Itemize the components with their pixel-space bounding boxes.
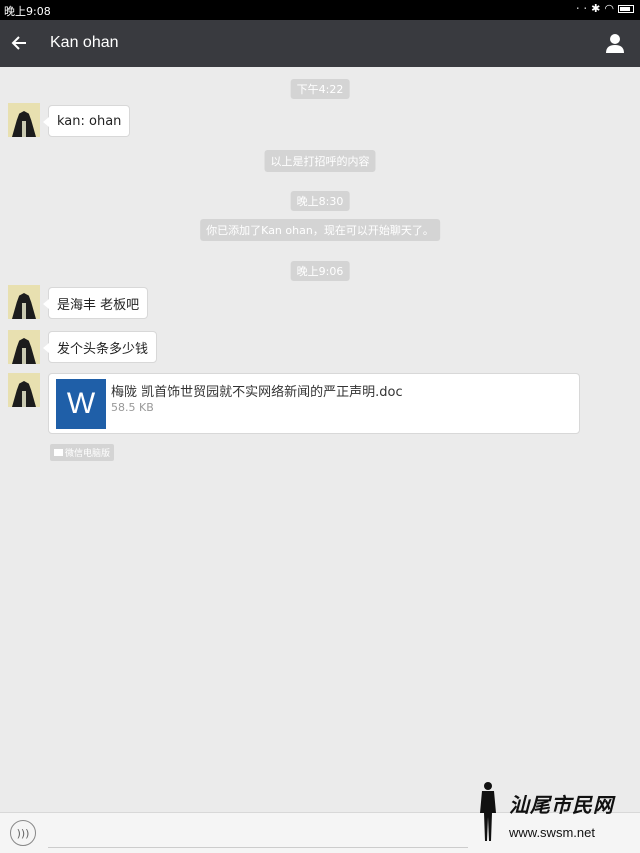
watermark-url: www.swsm.net	[509, 825, 595, 840]
system-message: 以上是打招呼的内容	[264, 150, 376, 172]
message-bubble[interactable]: 是海丰 老板吧	[42, 287, 149, 319]
contact-avatar[interactable]	[8, 103, 40, 137]
status-icons: ⋅⋅✱◠	[576, 2, 634, 15]
message-list[interactable]: 下午4:22 kan: ohan 以上是打招呼的内容 晚上8:30 你已添加了K…	[0, 67, 640, 812]
timestamp: 晚上8:30	[290, 191, 350, 211]
message-input[interactable]	[48, 847, 468, 848]
voice-icon: )))	[16, 826, 30, 840]
profile-button[interactable]	[604, 32, 626, 54]
signal-icon: ⋅⋅	[576, 2, 592, 15]
person-icon	[606, 34, 624, 53]
timestamp: 下午4:22	[290, 79, 350, 99]
chat-header: Kan ohan	[0, 20, 640, 67]
watermark: 汕尾市民网 www.swsm.net	[471, 781, 636, 851]
file-message[interactable]: W 梅陇 凯首饰世贸园就不实网络新闻的严正声明.doc 58.5 KB	[48, 373, 580, 434]
bluetooth-icon: ✱	[591, 2, 605, 15]
chat-title: Kan ohan	[50, 34, 119, 51]
watermark-text: 汕尾市民网	[509, 793, 614, 817]
source-tag-label: 微信电脑版	[65, 449, 111, 459]
system-message: 你已添加了Kan ohan，现在可以开始聊天了。	[200, 219, 440, 241]
source-tag[interactable]: 微信电脑版	[50, 444, 115, 461]
message-bubble[interactable]: kan: ohan	[42, 105, 131, 137]
message-bubble[interactable]: 发个头条多少钱	[42, 331, 158, 363]
contact-avatar[interactable]	[8, 330, 40, 364]
back-button[interactable]	[8, 29, 36, 57]
timestamp: 晚上9:06	[290, 261, 350, 281]
battery-icon	[618, 5, 634, 13]
word-doc-icon: W	[56, 379, 106, 429]
contact-avatar[interactable]	[8, 285, 40, 319]
contact-avatar[interactable]	[8, 373, 40, 407]
voice-button[interactable]: )))	[10, 820, 36, 846]
status-time: 晚上9:08	[4, 5, 51, 18]
file-name: 梅陇 凯首饰世贸园就不实网络新闻的严正声明.doc	[111, 385, 403, 400]
back-arrow-icon	[11, 36, 26, 50]
wifi-icon: ◠	[604, 2, 618, 15]
file-size: 58.5 KB	[111, 401, 154, 414]
chat-icon	[54, 449, 63, 456]
status-bar: 晚上9:08 ⋅⋅✱◠	[0, 0, 640, 20]
person-silhouette-icon	[480, 782, 496, 841]
